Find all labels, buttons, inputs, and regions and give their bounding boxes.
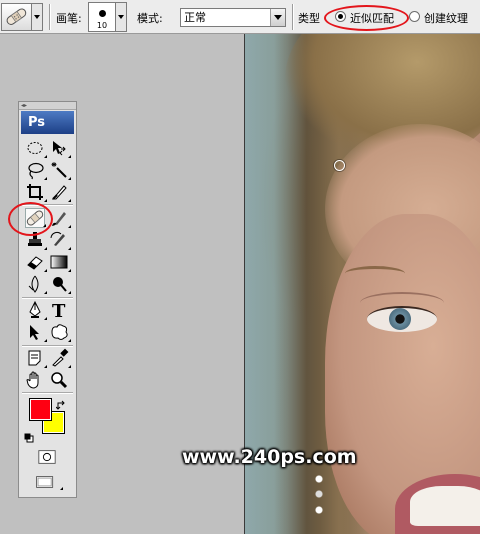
clone-stamp-icon — [28, 232, 42, 246]
slice-tool[interactable] — [49, 182, 71, 202]
brush-dropdown-arrow[interactable] — [116, 2, 127, 32]
gradient-tool[interactable] — [49, 252, 71, 272]
mode-select-value: 正常 — [184, 11, 206, 24]
pen-icon — [29, 300, 41, 318]
spot-healing-brush-icon — [26, 210, 44, 226]
type-icon: T — [52, 301, 66, 320]
notes-icon — [28, 350, 41, 366]
magic-wand-tool[interactable] — [49, 160, 71, 180]
proximity-match-label: 近似匹配 — [350, 12, 394, 25]
custom-shape-tool[interactable] — [49, 322, 71, 342]
path-selection-tool[interactable] — [25, 322, 47, 342]
blur-tool[interactable] — [25, 274, 47, 294]
dodge-icon — [53, 277, 67, 292]
palette-separator — [22, 297, 73, 299]
screen-mode-icon — [36, 476, 54, 488]
elliptical-marquee-tool[interactable] — [25, 138, 47, 158]
crop-icon — [27, 184, 43, 200]
spot-healing-brush-tool[interactable] — [25, 208, 46, 228]
photo-eye — [367, 306, 437, 332]
eraser-icon — [27, 256, 43, 270]
photo-iris — [389, 308, 411, 330]
move-tool[interactable] — [49, 138, 71, 158]
brush-tool[interactable] — [49, 208, 71, 228]
custom-shape-icon — [51, 324, 68, 340]
elliptical-marquee-icon — [27, 142, 43, 154]
mode-label: 模式: — [137, 12, 163, 25]
eyedropper-icon — [52, 348, 69, 367]
photo-earring — [315, 474, 323, 534]
brush-icon — [52, 212, 66, 226]
tool-palette: ◂▸ Ps T — [18, 101, 77, 498]
photo-teeth — [410, 486, 480, 526]
brush-cursor — [334, 160, 345, 171]
history-brush-icon — [50, 231, 65, 246]
history-brush-tool[interactable] — [49, 230, 71, 250]
brush-size-value: 10 — [96, 21, 108, 30]
type-label: 类型 — [298, 12, 320, 25]
photoshop-logo[interactable]: Ps — [21, 111, 74, 134]
zoom-icon — [51, 372, 68, 389]
tool-preset-picker[interactable] — [1, 3, 32, 31]
move-icon — [53, 141, 66, 156]
brush-picker[interactable]: 10 — [88, 2, 116, 32]
eraser-tool[interactable] — [25, 252, 47, 272]
chevron-down-icon[interactable] — [270, 9, 285, 26]
notes-tool[interactable] — [25, 348, 47, 368]
lasso-icon — [28, 162, 44, 180]
lasso-tool[interactable] — [25, 160, 47, 180]
slice-icon — [51, 185, 67, 200]
path-selection-icon — [30, 325, 39, 340]
clone-stamp-tool[interactable] — [25, 230, 47, 250]
palette-grip[interactable]: ◂▸ — [19, 102, 76, 110]
options-separator — [49, 4, 51, 30]
radio-proximity-match[interactable] — [335, 11, 346, 22]
magic-wand-icon — [51, 162, 67, 178]
pen-tool[interactable] — [25, 300, 47, 320]
hand-icon — [26, 371, 39, 389]
mode-select[interactable]: 正常 — [180, 8, 286, 27]
crop-tool[interactable] — [25, 182, 47, 202]
type-tool[interactable]: T — [49, 300, 69, 320]
swap-colors-icon[interactable] — [55, 396, 67, 410]
watermark: www.240ps.com — [182, 446, 357, 468]
quick-mask-icon — [38, 450, 56, 464]
palette-separator — [22, 204, 73, 206]
radio-create-texture[interactable] — [409, 11, 420, 22]
create-texture-label: 创建纹理 — [424, 12, 468, 25]
tool-preset-dropdown-arrow[interactable] — [32, 3, 43, 31]
bandage-icon — [6, 8, 27, 25]
dodge-tool[interactable] — [49, 274, 71, 294]
palette-separator — [22, 345, 73, 347]
gradient-icon — [50, 255, 68, 269]
brush-label: 画笔: — [56, 12, 82, 25]
foreground-color-swatch[interactable] — [29, 398, 52, 421]
blur-icon — [28, 275, 39, 293]
default-colors-icon[interactable] — [24, 428, 34, 443]
eyedropper-tool[interactable] — [49, 348, 71, 368]
palette-separator — [22, 392, 73, 394]
quick-mask-button[interactable] — [37, 447, 59, 465]
options-bar: 画笔: 10 模式: 正常 类型 近似匹配 创建纹理 — [0, 0, 480, 34]
svg-text:T: T — [52, 301, 66, 320]
zoom-tool[interactable] — [49, 370, 69, 390]
photo-eyebrow — [345, 266, 405, 281]
screen-mode-button[interactable] — [35, 472, 63, 490]
hand-tool[interactable] — [25, 370, 45, 390]
brush-tip-preview — [99, 10, 106, 17]
options-separator — [292, 4, 294, 30]
